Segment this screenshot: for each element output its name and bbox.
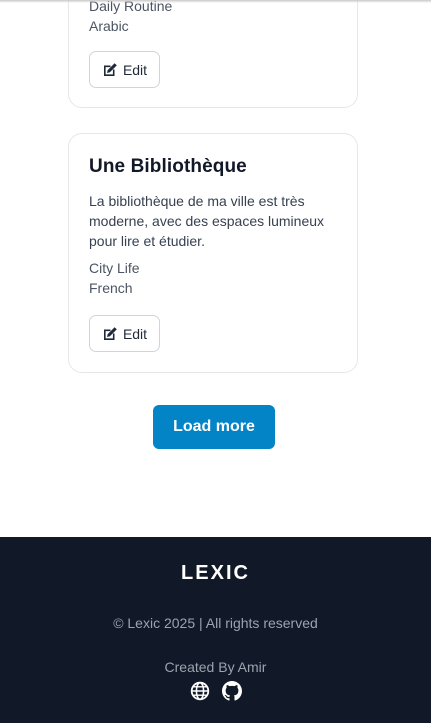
card-language: Arabic <box>89 18 129 34</box>
card-language: French <box>89 280 133 296</box>
footer-copyright: © Lexic 2025 | All rights reserved <box>113 615 318 631</box>
card-description: La bibliothèque de ma ville est très mod… <box>89 193 325 249</box>
page: Daily Routine Arabic Edit Une Bibliothèq… <box>0 0 431 723</box>
card-category: City Life <box>89 260 140 276</box>
text-card: Daily Routine Arabic Edit <box>68 0 358 108</box>
footer-logo: LEXIC <box>181 562 250 584</box>
footer-social-links <box>0 681 431 701</box>
edit-button[interactable]: Edit <box>89 315 160 352</box>
edit-button[interactable]: Edit <box>89 51 160 88</box>
load-more-button[interactable]: Load more <box>153 405 275 449</box>
edit-icon <box>103 62 117 76</box>
card-title: Une Bibliothèque <box>89 156 247 177</box>
text-card: Une Bibliothèque La bibliothèque de ma v… <box>68 133 358 373</box>
edit-icon <box>103 326 117 340</box>
edit-button-label: Edit <box>122 61 148 78</box>
footer: LEXIC © Lexic 2025 | All rights reserved… <box>0 537 431 723</box>
top-shadow <box>0 0 431 3</box>
globe-icon[interactable] <box>190 681 210 701</box>
footer-created-by: Created By Amir <box>164 659 267 675</box>
github-icon[interactable] <box>221 681 242 701</box>
edit-button-label: Edit <box>122 325 148 342</box>
